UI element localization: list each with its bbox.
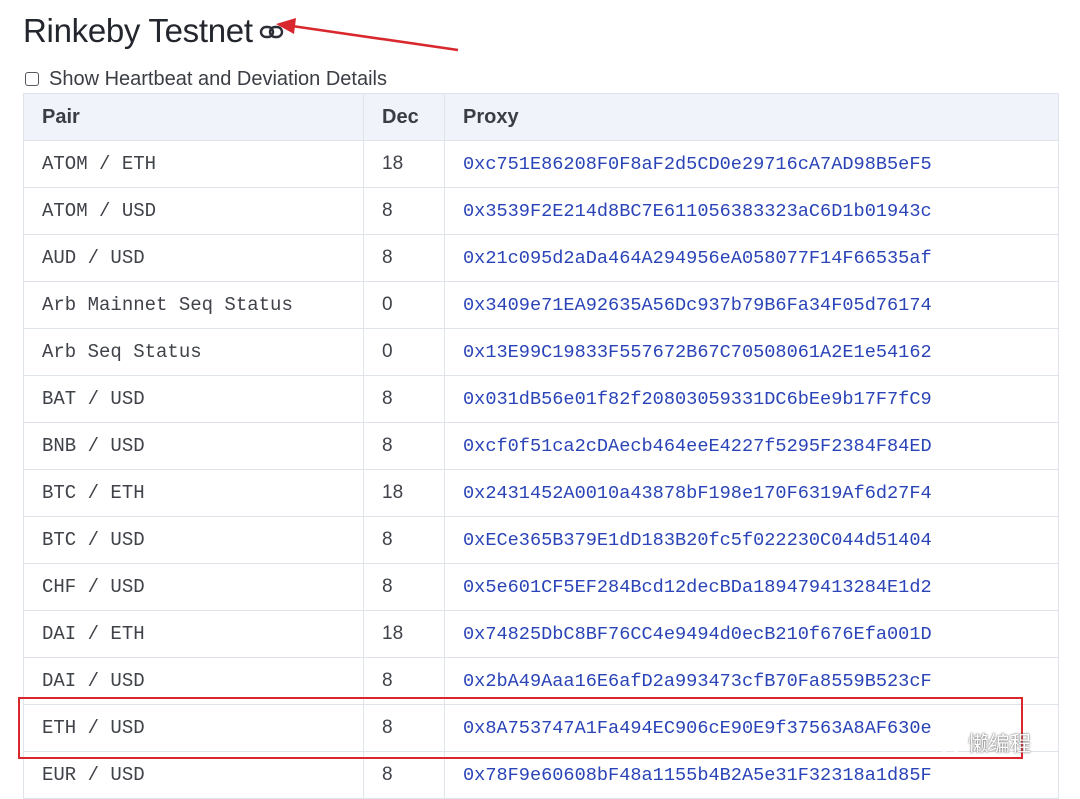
table-row: Arb Mainnet Seq Status 0 0x3409e71EA9263… bbox=[23, 281, 1059, 329]
table-row: AUD / USD 8 0x21c095d2aDa464A294956eA058… bbox=[23, 234, 1059, 282]
column-header-dec: Dec bbox=[363, 93, 445, 141]
table-row: BTC / ETH 18 0x2431452A0010a43878bF198e1… bbox=[23, 469, 1059, 517]
dec-cell: 8 bbox=[363, 704, 445, 752]
table-row: DAI / USD 8 0x2bA49Aaa16E6afD2a993473cfB… bbox=[23, 657, 1059, 705]
pair-cell: ATOM / USD bbox=[23, 187, 364, 235]
pair-cell: EUR / USD bbox=[23, 751, 364, 799]
table-row: DAI / ETH 18 0x74825DbC8BF76CC4e9494d0ec… bbox=[23, 610, 1059, 658]
proxy-address-link[interactable]: 0x3539F2E214d8BC7E611056383323aC6D1b0194… bbox=[444, 187, 1059, 235]
pair-cell: BAT / USD bbox=[23, 375, 364, 423]
wechat-icon bbox=[929, 730, 960, 755]
dec-cell: 8 bbox=[363, 234, 445, 282]
proxy-address-link[interactable]: 0x2431452A0010a43878bF198e170F6319Af6d27… bbox=[444, 469, 1059, 517]
dec-cell: 8 bbox=[363, 563, 445, 611]
dec-cell: 8 bbox=[363, 657, 445, 705]
dec-cell: 0 bbox=[363, 328, 445, 376]
table-header-row: Pair Dec Proxy bbox=[23, 93, 1059, 141]
price-feeds-table: Pair Dec Proxy ATOM / ETH 18 0xc751E8620… bbox=[23, 93, 1059, 799]
pair-cell: DAI / ETH bbox=[23, 610, 364, 658]
table-row: BAT / USD 8 0x031dB56e01f82f20803059331D… bbox=[23, 375, 1059, 423]
table-row-highlighted: ETH / USD 8 0x8A753747A1Fa494EC906cE90E9… bbox=[23, 704, 1059, 752]
pair-cell: Arb Seq Status bbox=[23, 328, 364, 376]
pair-cell: ATOM / ETH bbox=[23, 140, 364, 188]
proxy-address-link[interactable]: 0x031dB56e01f82f20803059331DC6bEe9b17F7f… bbox=[444, 375, 1059, 423]
pair-cell: BNB / USD bbox=[23, 422, 364, 470]
table-row: EUR / USD 8 0x78F9e60608bF48a1155b4B2A5e… bbox=[23, 751, 1059, 799]
table-row: ATOM / USD 8 0x3539F2E214d8BC7E611056383… bbox=[23, 187, 1059, 235]
table-row: BTC / USD 8 0xECe365B379E1dD183B20fc5f02… bbox=[23, 516, 1059, 564]
pair-cell: DAI / USD bbox=[23, 657, 364, 705]
dec-cell: 8 bbox=[363, 751, 445, 799]
proxy-address-link[interactable]: 0x74825DbC8BF76CC4e9494d0ecB210f676Efa00… bbox=[444, 610, 1059, 658]
page-header: Rinkeby Testnet bbox=[23, 6, 285, 56]
pair-cell: ETH / USD bbox=[23, 704, 364, 752]
dec-cell: 18 bbox=[363, 469, 445, 517]
table-row: ATOM / ETH 18 0xc751E86208F0F8aF2d5CD0e2… bbox=[23, 140, 1059, 188]
proxy-address-link[interactable]: 0x13E99C19833F557672B67C70508061A2E1e541… bbox=[444, 328, 1059, 376]
column-header-pair: Pair bbox=[23, 93, 364, 141]
dec-cell: 8 bbox=[363, 187, 445, 235]
watermark-text: 懒编程 bbox=[968, 733, 1031, 756]
table-row: CHF / USD 8 0x5e601CF5EF284Bcd12decBDa18… bbox=[23, 563, 1059, 611]
proxy-address-link[interactable]: 0xcf0f51ca2cDAecb464eeE4227f5295F2384F84… bbox=[444, 422, 1059, 470]
column-header-proxy: Proxy bbox=[444, 93, 1059, 141]
page-title: Rinkeby Testnet bbox=[23, 12, 253, 49]
pair-cell: Arb Mainnet Seq Status bbox=[23, 281, 364, 329]
pair-cell: AUD / USD bbox=[23, 234, 364, 282]
heartbeat-checkbox[interactable] bbox=[25, 72, 39, 86]
dec-cell: 8 bbox=[363, 516, 445, 564]
watermark: 懒编程 bbox=[928, 725, 1031, 761]
heartbeat-checkbox-label[interactable]: Show Heartbeat and Deviation Details bbox=[49, 68, 387, 91]
table-row: Arb Seq Status 0 0x13E99C19833F557672B67… bbox=[23, 328, 1059, 376]
proxy-address-link[interactable]: 0xECe365B379E1dD183B20fc5f022230C044d514… bbox=[444, 516, 1059, 564]
table-row: BNB / USD 8 0xcf0f51ca2cDAecb464eeE4227f… bbox=[23, 422, 1059, 470]
proxy-address-link[interactable]: 0x3409e71EA92635A56Dc937b79B6Fa34F05d761… bbox=[444, 281, 1059, 329]
dec-cell: 18 bbox=[363, 140, 445, 188]
proxy-address-link[interactable]: 0x21c095d2aDa464A294956eA058077F14F66535… bbox=[444, 234, 1059, 282]
dec-cell: 8 bbox=[363, 375, 445, 423]
dec-cell: 0 bbox=[363, 281, 445, 329]
proxy-address-link[interactable]: 0x5e601CF5EF284Bcd12decBDa189479413284E1… bbox=[444, 563, 1059, 611]
pair-cell: BTC / USD bbox=[23, 516, 364, 564]
proxy-address-link[interactable]: 0x2bA49Aaa16E6afD2a993473cfB70Fa8559B523… bbox=[444, 657, 1059, 705]
dec-cell: 8 bbox=[363, 422, 445, 470]
heartbeat-toggle-row[interactable]: Show Heartbeat and Deviation Details bbox=[24, 66, 387, 92]
pair-cell: BTC / ETH bbox=[23, 469, 364, 517]
pair-cell: CHF / USD bbox=[23, 563, 364, 611]
proxy-address-link[interactable]: 0xc751E86208F0F8aF2d5CD0e29716cA7AD98B5e… bbox=[444, 140, 1059, 188]
annotation-arrow-icon bbox=[276, 18, 459, 52]
dec-cell: 18 bbox=[363, 610, 445, 658]
